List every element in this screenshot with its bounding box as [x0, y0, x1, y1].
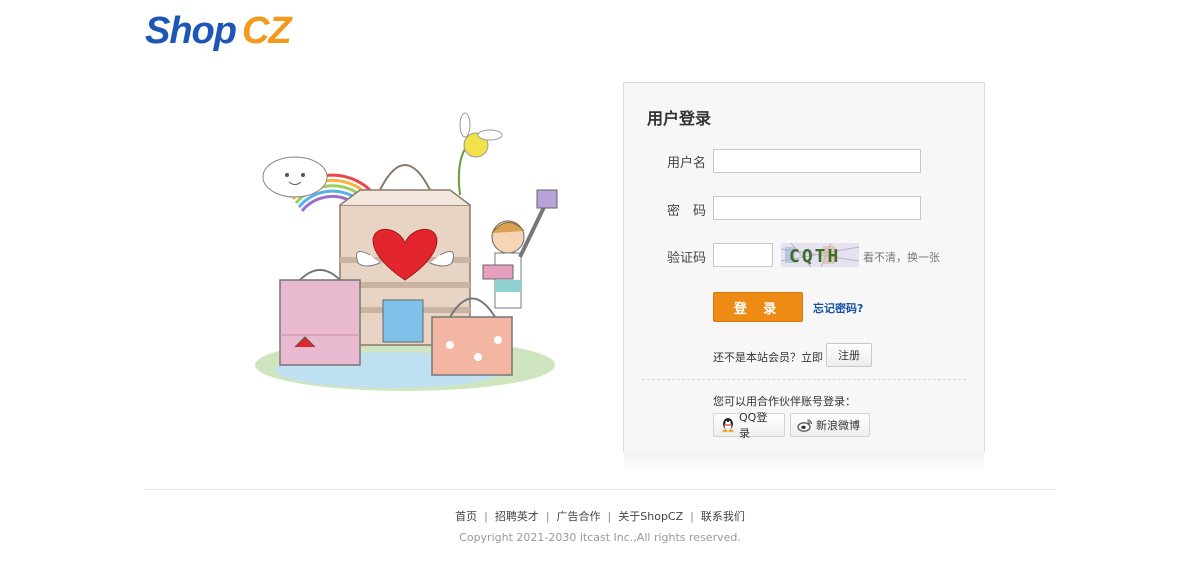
login-panel: 用户登录 用户名 密 码 验证码 CQTH 看不清，换一张 登 录 忘记密码? …	[623, 82, 985, 473]
footer-link-about[interactable]: 关于ShopCZ	[618, 510, 683, 523]
captcha-refresh-link[interactable]: 看不清，换一张	[863, 249, 940, 265]
footer-divider	[145, 489, 1055, 490]
login-button[interactable]: 登 录	[713, 292, 803, 322]
weibo-login-button[interactable]: 新浪微博	[790, 413, 870, 437]
not-member-text: 还不是本站会员？立即	[713, 351, 823, 364]
qq-login-label: QQ登录	[739, 411, 768, 440]
captcha-input[interactable]	[713, 243, 773, 267]
logo-cz-text: CZ	[241, 10, 292, 52]
shopping-illustration	[255, 112, 558, 391]
login-page: Shop CZ 用户登录 用户名 密 码 验证码 CQTH 看不清，换一张 登 …	[0, 0, 1200, 563]
partner-login-text: 您可以用合作伙伴账号登录：	[713, 395, 856, 408]
footer-link-careers[interactable]: 招聘英才	[495, 510, 539, 523]
captcha-text: CQTH	[789, 246, 840, 267]
login-title: 用户登录	[647, 109, 712, 128]
weibo-login-label: 新浪微博	[816, 419, 860, 432]
password-input[interactable]	[713, 196, 921, 220]
footer-separator: |	[690, 510, 694, 523]
forgot-password-link[interactable]: 忘记密码?	[813, 300, 863, 316]
site-logo[interactable]: Shop CZ	[145, 10, 292, 53]
footer-separator: |	[484, 510, 488, 523]
register-button[interactable]: 注册	[826, 343, 872, 367]
username-label: 用户名	[666, 156, 706, 171]
footer-separator: |	[607, 510, 612, 523]
divider	[642, 379, 966, 380]
qq-login-button[interactable]: QQ登录	[713, 411, 785, 440]
qq-penguin-icon	[720, 417, 736, 433]
weibo-eye-icon	[797, 417, 813, 433]
footer-link-contact[interactable]: 联系我们	[701, 510, 745, 523]
footer-link-advertising[interactable]: 广告合作	[557, 510, 601, 523]
username-input[interactable]	[713, 149, 921, 173]
logo-shop-text: Shop	[145, 10, 237, 52]
captcha-image[interactable]: CQTH	[781, 243, 859, 267]
password-label: 密 码	[666, 204, 706, 219]
footer-links: 首页 | 招聘英才 | 广告合作 | 关于ShopCZ | 联系我们	[0, 508, 1200, 524]
footer-link-home[interactable]: 首页	[455, 510, 477, 523]
copyright-text: Copyright 2021-2030 itcast Inc.,All righ…	[459, 531, 741, 544]
footer-separator: |	[545, 510, 550, 523]
captcha-label: 验证码	[666, 251, 706, 266]
